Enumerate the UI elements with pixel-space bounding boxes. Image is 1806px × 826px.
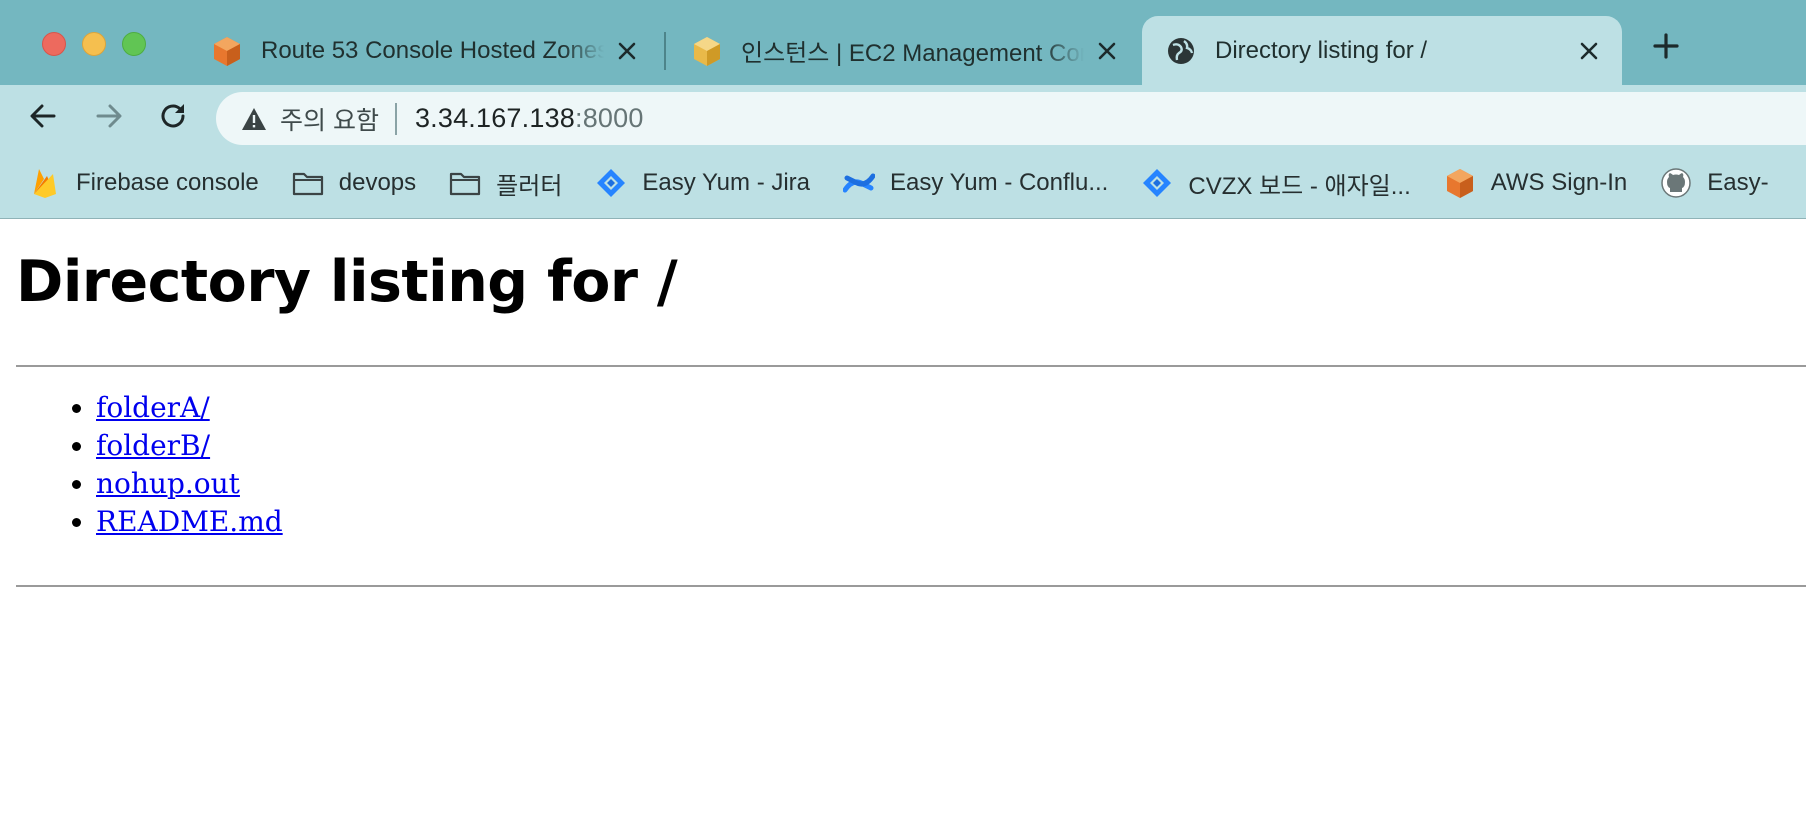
bookmark-easy-yum-jira[interactable]: Easy Yum - Jira xyxy=(594,166,810,200)
entry-link-readme[interactable]: README.md xyxy=(96,505,283,538)
bookmark-label: Easy- xyxy=(1707,169,1769,196)
url-host: 3.34.167.138 xyxy=(414,103,576,133)
bookmarks-bar: Firebase console devops 플러터 Easy Yum - J… xyxy=(0,148,1806,219)
tab-directory-listing[interactable]: Directory listing for / xyxy=(1142,16,1622,85)
arrow-right-icon xyxy=(96,104,122,128)
plus-icon xyxy=(1653,33,1679,59)
warning-icon[interactable] xyxy=(240,105,268,133)
close-icon[interactable] xyxy=(614,38,640,64)
bookmark-devops[interactable]: devops xyxy=(291,166,416,200)
entry-link-nohup-out[interactable]: nohup.out xyxy=(96,467,240,500)
zoom-window-button[interactable] xyxy=(122,32,146,56)
reload-button[interactable] xyxy=(156,99,190,133)
horizontal-rule-top xyxy=(16,365,1806,367)
tab-title: Directory listing for / xyxy=(1215,36,1428,64)
tab-strip: Route 53 Console Hosted Zones 인스턴스 | EC2… xyxy=(0,0,1806,85)
folder-icon xyxy=(448,166,482,200)
bookmark-aws-sign-in[interactable]: AWS Sign-In xyxy=(1443,166,1628,200)
bookmark-easy-github[interactable]: Easy- xyxy=(1659,166,1769,200)
entry-link-folderB[interactable]: folderB/ xyxy=(96,429,210,462)
back-button[interactable] xyxy=(26,99,60,133)
bookmark-flutter[interactable]: 플러터 xyxy=(448,166,562,201)
list-item: README.md xyxy=(96,503,283,541)
page-title: Directory listing for / xyxy=(16,249,678,315)
omnibox-divider xyxy=(394,102,397,135)
aws-cube-orange-icon xyxy=(210,34,244,68)
new-tab-button[interactable] xyxy=(1650,30,1682,62)
url-text[interactable]: 3.34.167.138:8000 xyxy=(415,103,644,134)
bookmark-label: CVZX 보드 - 애자일... xyxy=(1188,172,1411,200)
folder-icon xyxy=(291,166,325,200)
arrow-left-icon xyxy=(30,104,56,128)
tab-title: Route 53 Console Hosted Zones xyxy=(261,36,604,64)
bookmark-easy-yum-confluence[interactable]: Easy Yum - Conflu... xyxy=(842,166,1108,200)
list-item: folderA/ xyxy=(96,389,283,427)
directory-list: folderA/ folderB/ nohup.out README.md xyxy=(48,389,283,541)
browser-toolbar: 주의 요함 3.34.167.138:8000 xyxy=(0,85,1806,148)
tab-title: 인스턴스 | EC2 Management Console xyxy=(741,40,1084,67)
close-icon[interactable] xyxy=(1576,38,1602,64)
reload-icon xyxy=(161,104,185,128)
bookmark-label: Easy Yum - Jira xyxy=(642,169,811,196)
firebase-icon xyxy=(28,166,62,200)
tab-route53[interactable]: Route 53 Console Hosted Zones xyxy=(188,16,660,85)
bookmark-firebase-console[interactable]: Firebase console xyxy=(28,166,259,200)
address-bar[interactable]: 주의 요함 3.34.167.138:8000 xyxy=(216,92,1806,145)
bookmark-cvzx-board[interactable]: CVZX 보드 - 애자일... xyxy=(1140,166,1411,201)
tab-separator xyxy=(664,32,666,70)
list-item: nohup.out xyxy=(96,465,283,503)
list-item: folderB/ xyxy=(96,427,283,465)
jira-icon xyxy=(1140,166,1174,200)
security-label[interactable]: 주의 요함 xyxy=(280,101,379,137)
confluence-icon xyxy=(842,166,876,200)
bookmark-label: devops xyxy=(338,169,417,196)
bookmark-label: AWS Sign-In xyxy=(1490,169,1628,196)
close-window-button[interactable] xyxy=(42,32,66,56)
url-port: :8000 xyxy=(575,103,644,133)
globe-icon xyxy=(1164,34,1198,68)
jira-icon xyxy=(594,166,628,200)
horizontal-rule-bottom xyxy=(16,585,1806,587)
bookmark-label: 플러터 xyxy=(496,172,563,200)
bookmark-label: Easy Yum - Conflu... xyxy=(890,169,1109,196)
tab-ec2[interactable]: 인스턴스 | EC2 Management Console xyxy=(668,16,1140,85)
github-icon xyxy=(1659,166,1693,200)
forward-button[interactable] xyxy=(92,99,126,133)
aws-cube-icon xyxy=(1443,166,1477,200)
aws-cube-yellow-icon xyxy=(690,34,724,68)
minimize-window-button[interactable] xyxy=(82,32,106,56)
bookmark-label: Firebase console xyxy=(76,169,259,196)
close-icon[interactable] xyxy=(1094,38,1120,64)
entry-link-folderA[interactable]: folderA/ xyxy=(96,391,210,424)
